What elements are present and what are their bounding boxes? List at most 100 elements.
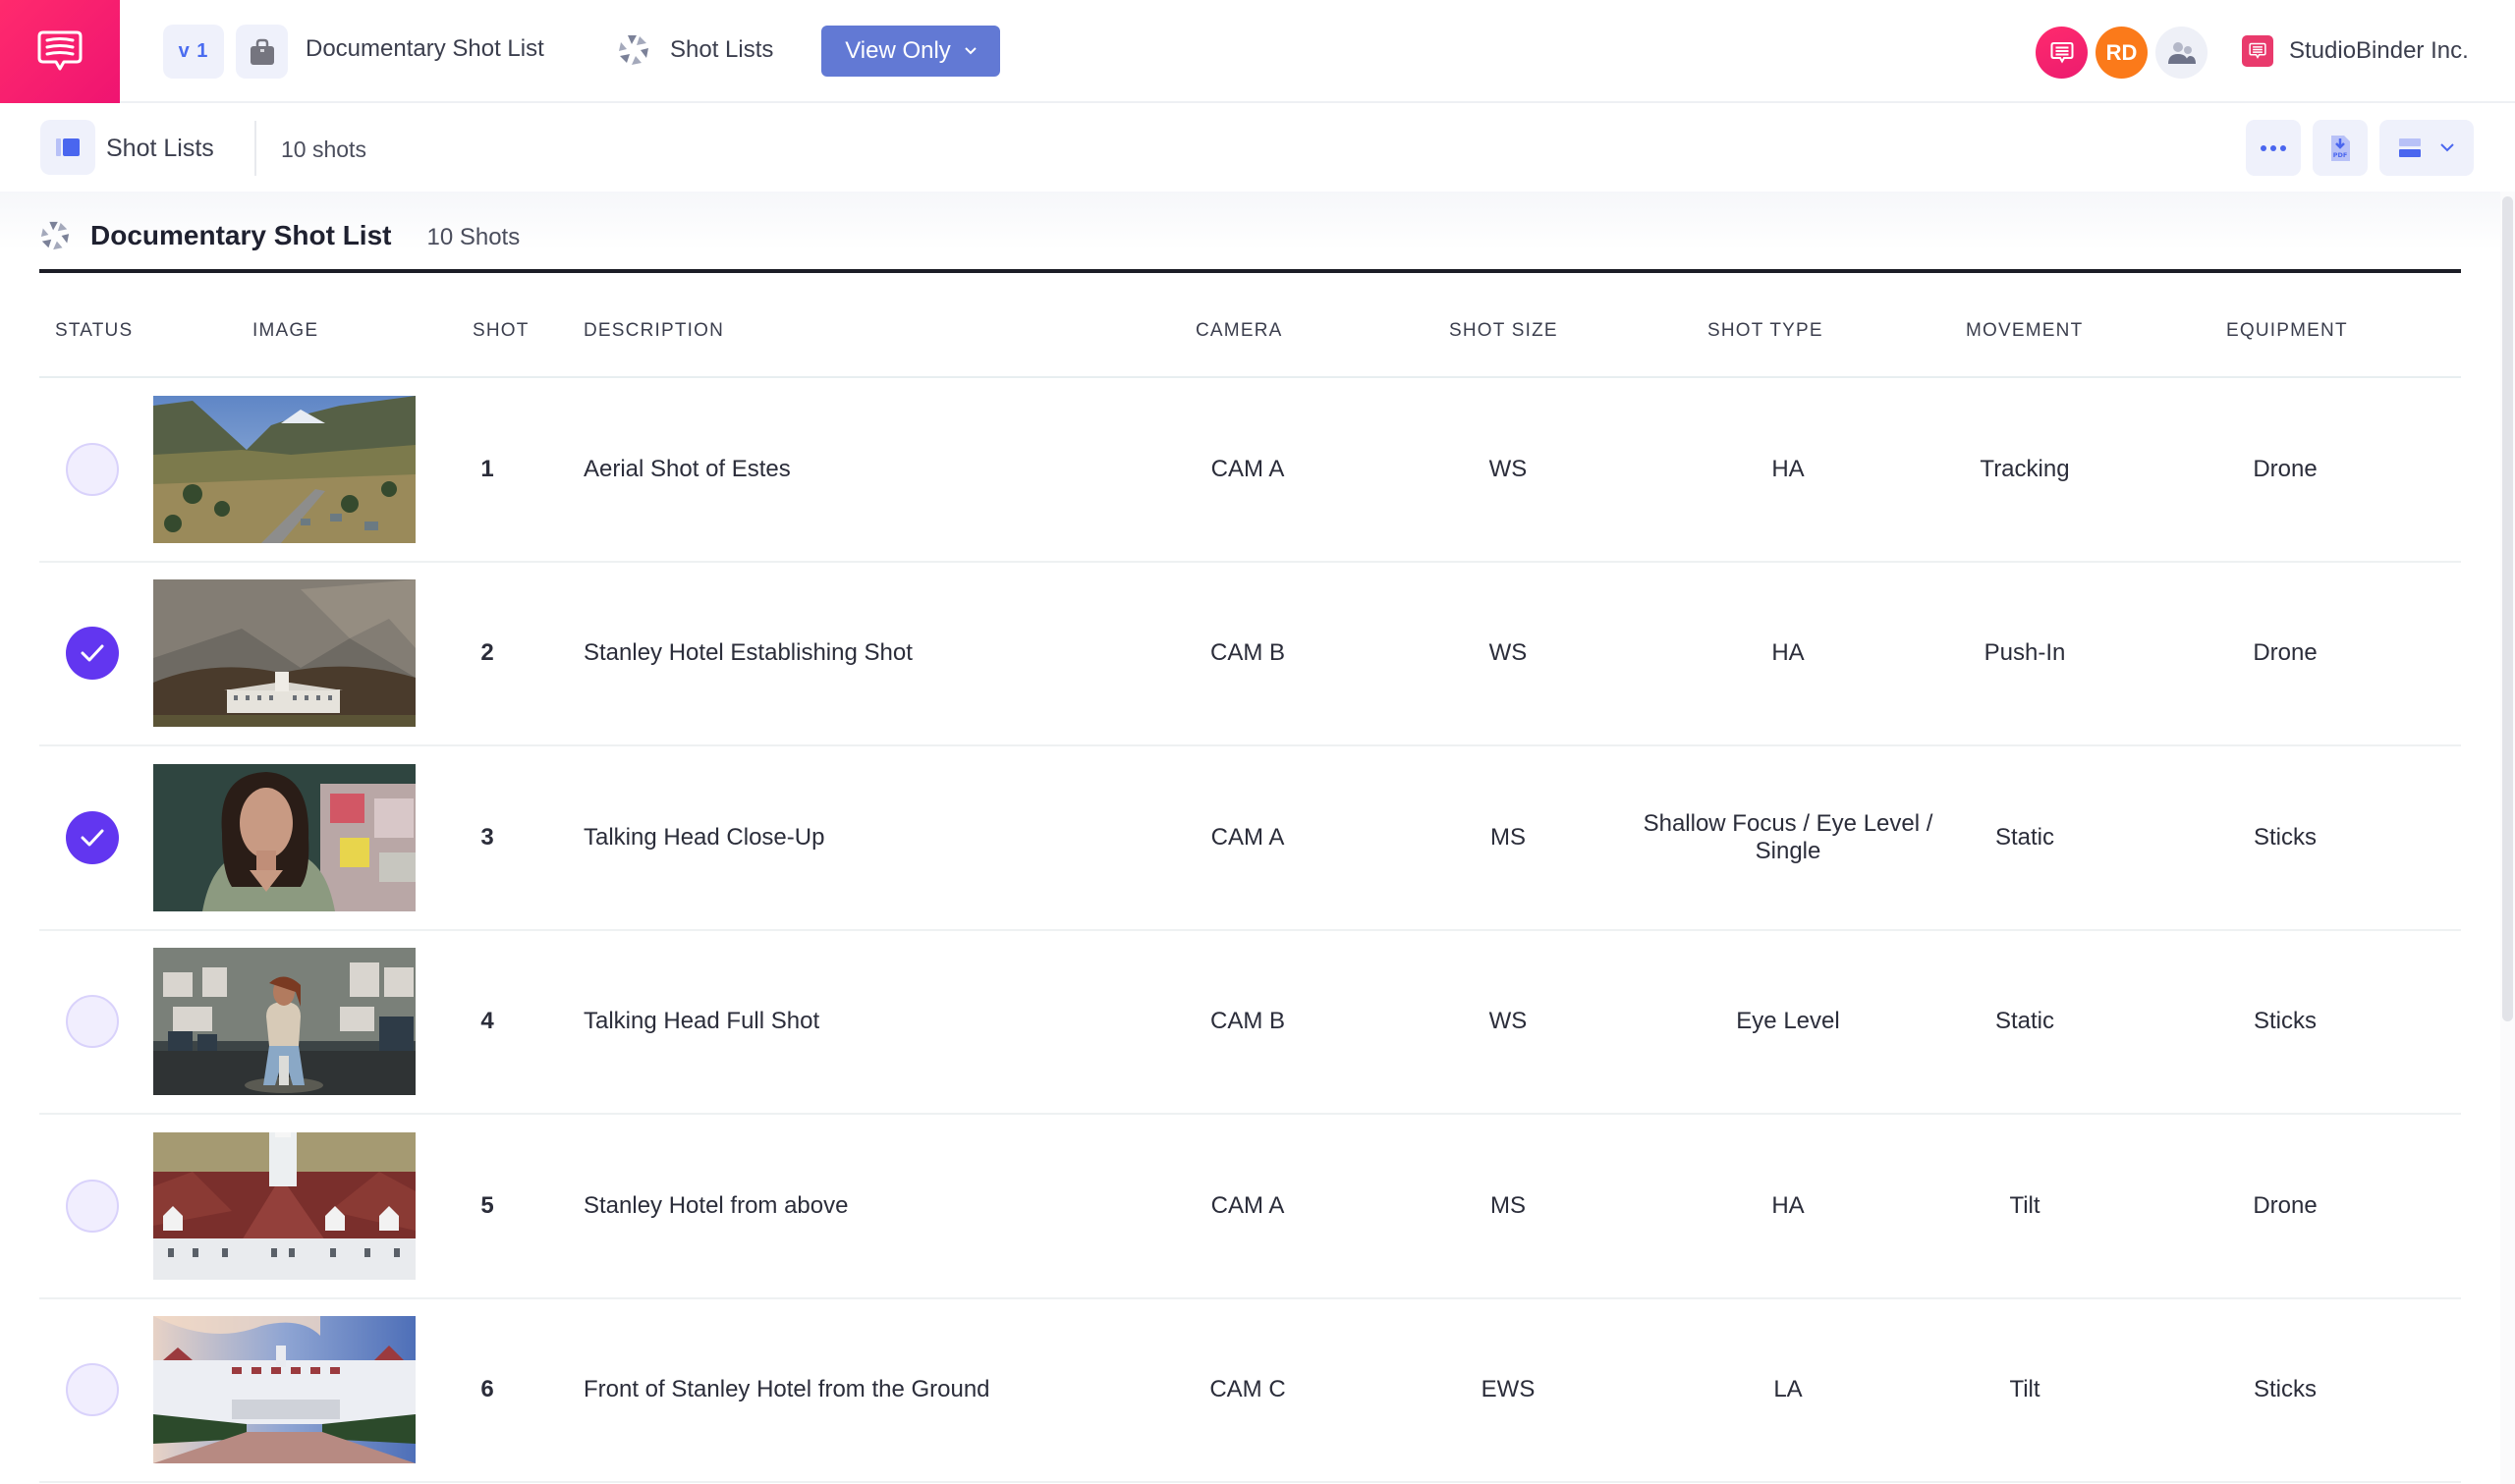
company-switcher[interactable]: StudioBinder Inc. (2242, 35, 2469, 67)
shot-number: 2 (480, 639, 494, 667)
column-header-camera[interactable]: CAMERA (1196, 320, 1283, 342)
version-label: v 1 (178, 40, 209, 62)
shot-lists-nav[interactable]: Shot Lists (617, 29, 773, 71)
equipment-value: Sticks (2253, 1008, 2317, 1035)
status-checkbox[interactable] (66, 995, 119, 1049)
shot-image-aerial-valley-town[interactable] (153, 395, 416, 543)
shot-image-stanley-hotel-mountains[interactable] (153, 579, 416, 728)
equipment-value: Sticks (2253, 823, 2317, 851)
sidebar-toggle-button[interactable] (40, 120, 95, 175)
svg-text:PDF: PDF (2333, 151, 2348, 159)
column-header-shot-type[interactable]: SHOT TYPE (1707, 320, 1823, 342)
shot-size-value: WS (1488, 455, 1528, 482)
shot-type-value: HA (1771, 455, 1805, 482)
collaborators: RD (2036, 27, 2208, 79)
movement-value: Static (1994, 823, 2055, 851)
users-icon (2167, 41, 2196, 64)
aperture-icon (40, 221, 70, 250)
layout-view-dropdown[interactable] (2379, 120, 2474, 176)
camera-value: CAM A (1210, 1191, 1285, 1219)
shot-list-count: 10 Shots (426, 224, 521, 250)
avatar-initials: RD (2105, 39, 2138, 65)
column-header-image[interactable]: IMAGE (252, 320, 318, 342)
column-header-shot-size[interactable]: SHOT SIZE (1449, 320, 1558, 342)
status-checkbox[interactable] (66, 1179, 119, 1233)
checkmark-icon (81, 644, 104, 662)
shot-table-body: 1 Aerial Shot of Estes CAM A WS HA Tracking Dr… (39, 378, 2461, 1483)
column-header-equipment[interactable]: EQUIPMENT (2226, 320, 2348, 342)
shot-type-value: HA (1771, 1191, 1805, 1219)
movement-value: Tilt (2009, 1191, 2040, 1219)
shot-description: Aerial Shot of Estes (584, 455, 791, 482)
export-pdf-button[interactable]: PDF (2313, 120, 2368, 176)
equipment-value: Sticks (2253, 1376, 2317, 1403)
view-mode-dropdown[interactable]: View Only (821, 26, 1000, 77)
status-checkbox[interactable] (66, 810, 119, 864)
table-row[interactable]: 4 Talking Head Full Shot CAM B WS Eye Level S… (39, 931, 2461, 1115)
shot-type-value: Eye Level (1736, 1008, 1840, 1035)
shot-size-value: MS (1490, 823, 1526, 851)
camera-value: CAM B (1209, 1008, 1285, 1035)
project-title[interactable]: Documentary Shot List (306, 35, 544, 63)
chevron-down-icon (2440, 143, 2454, 152)
shot-image-hotel-front-ground[interactable] (153, 1316, 416, 1464)
project-type-badge[interactable] (236, 25, 288, 79)
studiobinder-logo[interactable] (0, 0, 120, 103)
column-header-movement[interactable]: MOVEMENT (1966, 320, 2083, 342)
avatar-user[interactable]: RD (2096, 27, 2148, 79)
briefcase-icon (250, 38, 274, 65)
chat-bubble-logo-icon (37, 30, 83, 70)
shot-image-hotel-roofs-aerial[interactable] (153, 1131, 416, 1280)
sub-header: Shot Lists 10 shots PDF (0, 103, 2515, 192)
shot-number: 1 (480, 455, 494, 482)
shot-type-value: LA (1773, 1376, 1803, 1403)
table-row[interactable]: 1 Aerial Shot of Estes CAM A WS HA Tracking Dr… (39, 378, 2461, 563)
shot-image-woman-seated-warehouse[interactable] (153, 948, 416, 1096)
chevron-down-icon (965, 47, 977, 55)
company-logo-icon (2242, 35, 2273, 67)
camera-value: CAM A (1210, 455, 1285, 482)
shot-type-value: Shallow Focus / Eye Level / Single (1643, 809, 1933, 864)
view-mode-label: View Only (845, 37, 951, 64)
shot-number: 5 (480, 1191, 494, 1219)
shot-size-value: MS (1490, 1191, 1526, 1219)
status-checkbox[interactable] (66, 1363, 119, 1417)
ellipsis-icon (2261, 144, 2286, 151)
table-row[interactable]: 2 Stanley Hotel Establishing Shot CAM B WS H… (39, 563, 2461, 746)
shot-number: 4 (480, 1008, 494, 1035)
status-checkbox[interactable] (66, 627, 119, 681)
company-name: StudioBinder Inc. (2289, 37, 2469, 64)
camera-value: CAM B (1209, 639, 1285, 667)
shot-description: Stanley Hotel from above (584, 1191, 849, 1219)
table-row[interactable]: 3 Talking Head Close-Up CAM A MS Shallow Foc… (39, 746, 2461, 931)
column-header-description[interactable]: DESCRIPTION (584, 320, 724, 342)
page-title: Shot Lists (106, 135, 214, 162)
shot-description: Front of Stanley Hotel from the Ground (584, 1376, 990, 1403)
movement-value: Tilt (2009, 1376, 2040, 1403)
column-header-shot[interactable]: SHOT (473, 320, 530, 342)
movement-value: Static (1994, 1008, 2055, 1035)
status-checkbox[interactable] (66, 442, 119, 496)
camera-value: CAM A (1210, 823, 1285, 851)
equipment-value: Drone (2253, 639, 2318, 667)
shot-size-value: WS (1488, 1008, 1528, 1035)
shot-image-woman-close-up-warehouse[interactable] (153, 763, 416, 911)
shot-lists-nav-label: Shot Lists (670, 36, 774, 63)
divider (254, 121, 256, 176)
checkmark-icon (81, 829, 104, 847)
shot-size-value: EWS (1481, 1376, 1536, 1403)
team-members-button[interactable] (2155, 27, 2208, 79)
shot-description: Talking Head Close-Up (584, 823, 825, 851)
more-options-button[interactable] (2246, 120, 2301, 176)
scrollbar-thumb[interactable] (2502, 196, 2513, 1021)
table-header: STATUS IMAGE SHOT DESCRIPTION CAMERA SHO… (39, 273, 2461, 378)
movement-value: Tracking (1980, 455, 2070, 482)
version-badge[interactable]: v 1 (163, 25, 224, 79)
shot-count: 10 shots (281, 137, 366, 162)
table-row[interactable]: 5 Stanley Hotel from above CAM A MS HA Tilt Dr… (39, 1115, 2461, 1299)
column-header-status[interactable]: STATUS (55, 320, 133, 342)
section-header: Documentary Shot List 10 Shots (39, 211, 520, 260)
chat-bubble-icon (2050, 41, 2073, 64)
avatar-studiobinder[interactable] (2036, 27, 2088, 79)
table-row[interactable]: 6 Front of Stanley Hotel from the Ground C… (39, 1299, 2461, 1483)
